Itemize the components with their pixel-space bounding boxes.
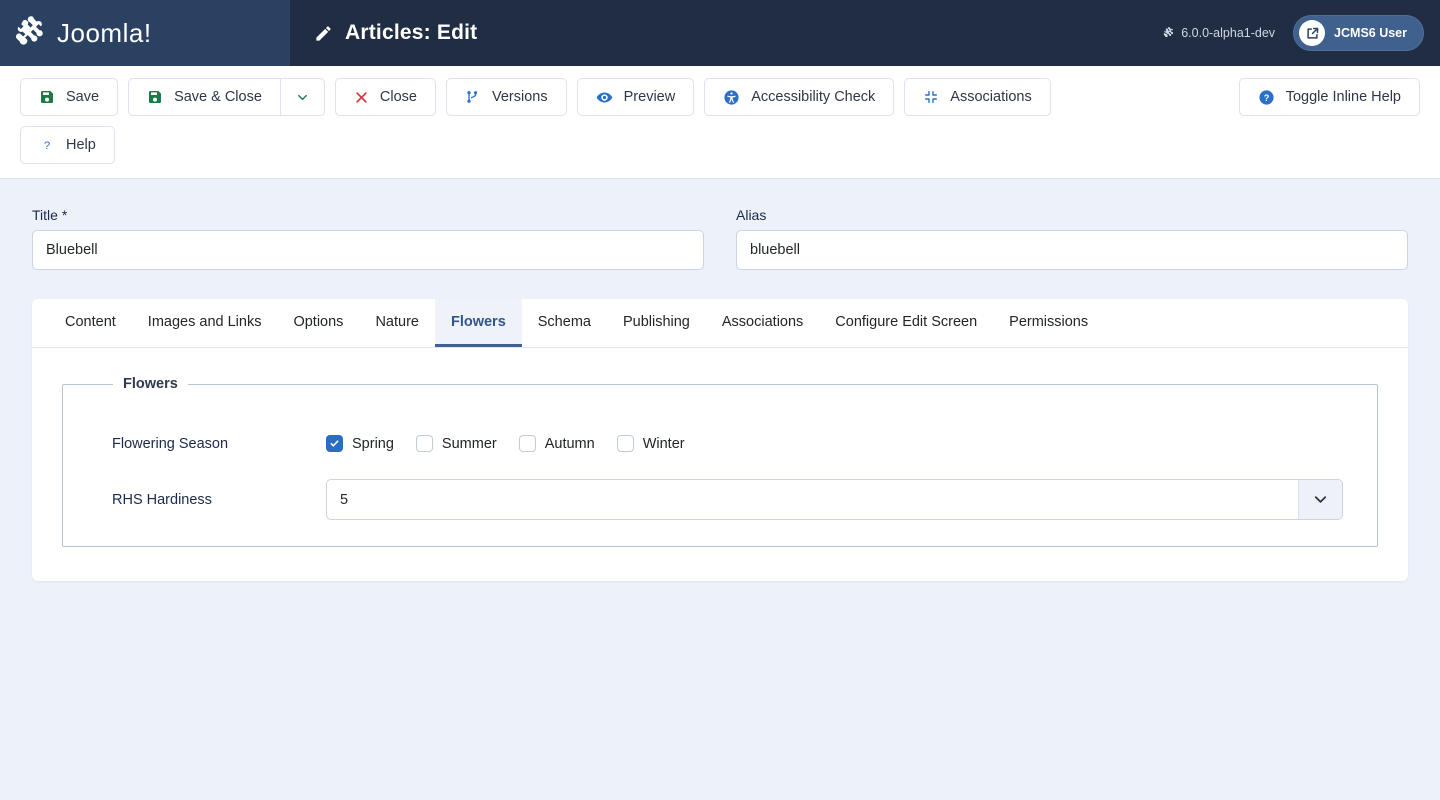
checkbox-spring-box[interactable] [326,435,343,452]
flowers-fieldset-legend: Flowers [113,376,188,392]
toggle-inline-help-label: Toggle Inline Help [1286,89,1401,105]
save-and-close-label: Save & Close [174,89,262,105]
versions-button-label: Versions [492,89,548,105]
chevron-down-icon[interactable] [1298,480,1342,519]
rhs-hardiness-row: RHS Hardiness 5 [83,460,1357,520]
close-button-label: Close [380,89,417,105]
versions-button[interactable]: Versions [446,78,567,116]
checkbox-summer-label: Summer [442,436,497,452]
required-marker: * [62,207,67,223]
checkbox-autumn-box[interactable] [519,435,536,452]
question-circle-icon: ? [1258,89,1275,106]
joomla-logo[interactable]: Joomla! [14,16,152,50]
checkbox-spring[interactable]: Spring [326,435,394,452]
tab-images-and-links[interactable]: Images and Links [132,299,278,347]
checkbox-summer-box[interactable] [416,435,433,452]
save-and-close-group: Save & Close [128,78,325,116]
brand-label: Joomla! [57,18,152,49]
times-icon [354,90,369,105]
title-alias-row: Title * Alias [0,179,1440,270]
checkbox-autumn-label: Autumn [545,436,595,452]
close-button[interactable]: Close [335,78,436,116]
svg-text:?: ? [1263,92,1269,102]
tab-schema[interactable]: Schema [522,299,607,347]
preview-button-label: Preview [624,89,676,105]
editor-toolbar: Save Save & Close Close [0,66,1440,179]
tab-publishing[interactable]: Publishing [607,299,706,347]
floppy-disk-icon [147,89,163,105]
version-label: 6.0.0-alpha1-dev [1181,26,1275,40]
header-title-area: Articles: Edit [290,0,1163,66]
flowers-fieldset: Flowers Flowering Season Spring [62,376,1378,547]
toolbar-second-row: ? Help [20,126,1420,164]
save-options-dropdown-button[interactable] [280,78,325,116]
tab-options[interactable]: Options [277,299,359,347]
save-button-label: Save [66,89,99,105]
tab-content[interactable]: Content [49,299,132,347]
title-field-group: Title * [32,207,704,270]
universal-access-icon [723,89,740,106]
alias-input[interactable] [736,230,1408,270]
save-button[interactable]: Save [20,78,118,116]
editor-card: Content Images and Links Options Nature … [32,299,1408,581]
checkbox-summer[interactable]: Summer [416,435,497,452]
associations-button[interactable]: Associations [904,78,1050,116]
code-branch-icon [465,89,481,105]
title-label-text: Title [32,207,58,223]
tab-configure-edit-screen[interactable]: Configure Edit Screen [819,299,993,347]
toggle-inline-help-button[interactable]: ? Toggle Inline Help [1239,78,1420,116]
eye-icon [596,89,613,106]
question-mark-icon: ? [39,137,55,153]
flowering-season-checkbox-group: Spring Summer [326,435,707,452]
preview-button[interactable]: Preview [577,78,695,116]
save-and-close-button[interactable]: Save & Close [128,78,281,116]
app-header: Joomla! Articles: Edit 6.0.0-alpha1-dev [0,0,1440,66]
page-title: Articles: Edit [345,21,477,45]
tab-flowers[interactable]: Flowers [435,299,522,347]
flowering-season-label: Flowering Season [83,436,326,452]
floppy-disk-icon [39,89,55,105]
checkbox-winter[interactable]: Winter [617,435,685,452]
page-body: Title * Alias Content Images and Links O… [0,179,1440,581]
alias-field-group: Alias [736,207,1408,270]
associations-button-label: Associations [950,89,1031,105]
alias-label: Alias [736,207,1408,223]
tab-associations[interactable]: Associations [706,299,819,347]
accessibility-check-label: Accessibility Check [751,89,875,105]
external-link-icon [1299,20,1325,46]
joomla-logo-icon [14,16,48,50]
help-button-label: Help [66,137,96,153]
accessibility-check-button[interactable]: Accessibility Check [704,78,894,116]
user-label: JCMS6 User [1334,26,1407,40]
title-label: Title * [32,207,704,223]
tab-nature[interactable]: Nature [359,299,435,347]
header-right-area: 6.0.0-alpha1-dev JCMS6 User [1163,0,1440,66]
chevron-down-icon [295,90,310,105]
compress-arrows-icon [923,89,939,105]
checkbox-winter-box[interactable] [617,435,634,452]
version-info: 6.0.0-alpha1-dev [1163,26,1275,40]
joomla-mark-icon [1163,27,1175,39]
rhs-hardiness-select[interactable]: 5 [326,479,1343,520]
editor-tabs: Content Images and Links Options Nature … [32,299,1408,348]
user-menu-button[interactable]: JCMS6 User [1293,15,1424,51]
pencil-icon [314,24,333,43]
rhs-hardiness-label: RHS Hardiness [83,492,326,508]
tab-permissions[interactable]: Permissions [993,299,1104,347]
flowering-season-row: Flowering Season Spring [83,408,1357,460]
title-input[interactable] [32,230,704,270]
help-button[interactable]: ? Help [20,126,115,164]
checkbox-spring-label: Spring [352,436,394,452]
checkbox-winter-label: Winter [643,436,685,452]
brand-panel[interactable]: Joomla! [0,0,290,66]
checkbox-autumn[interactable]: Autumn [519,435,595,452]
rhs-hardiness-value: 5 [327,480,1298,519]
svg-text:?: ? [44,140,50,152]
flowers-tab-panel: Flowers Flowering Season Spring [32,348,1408,581]
